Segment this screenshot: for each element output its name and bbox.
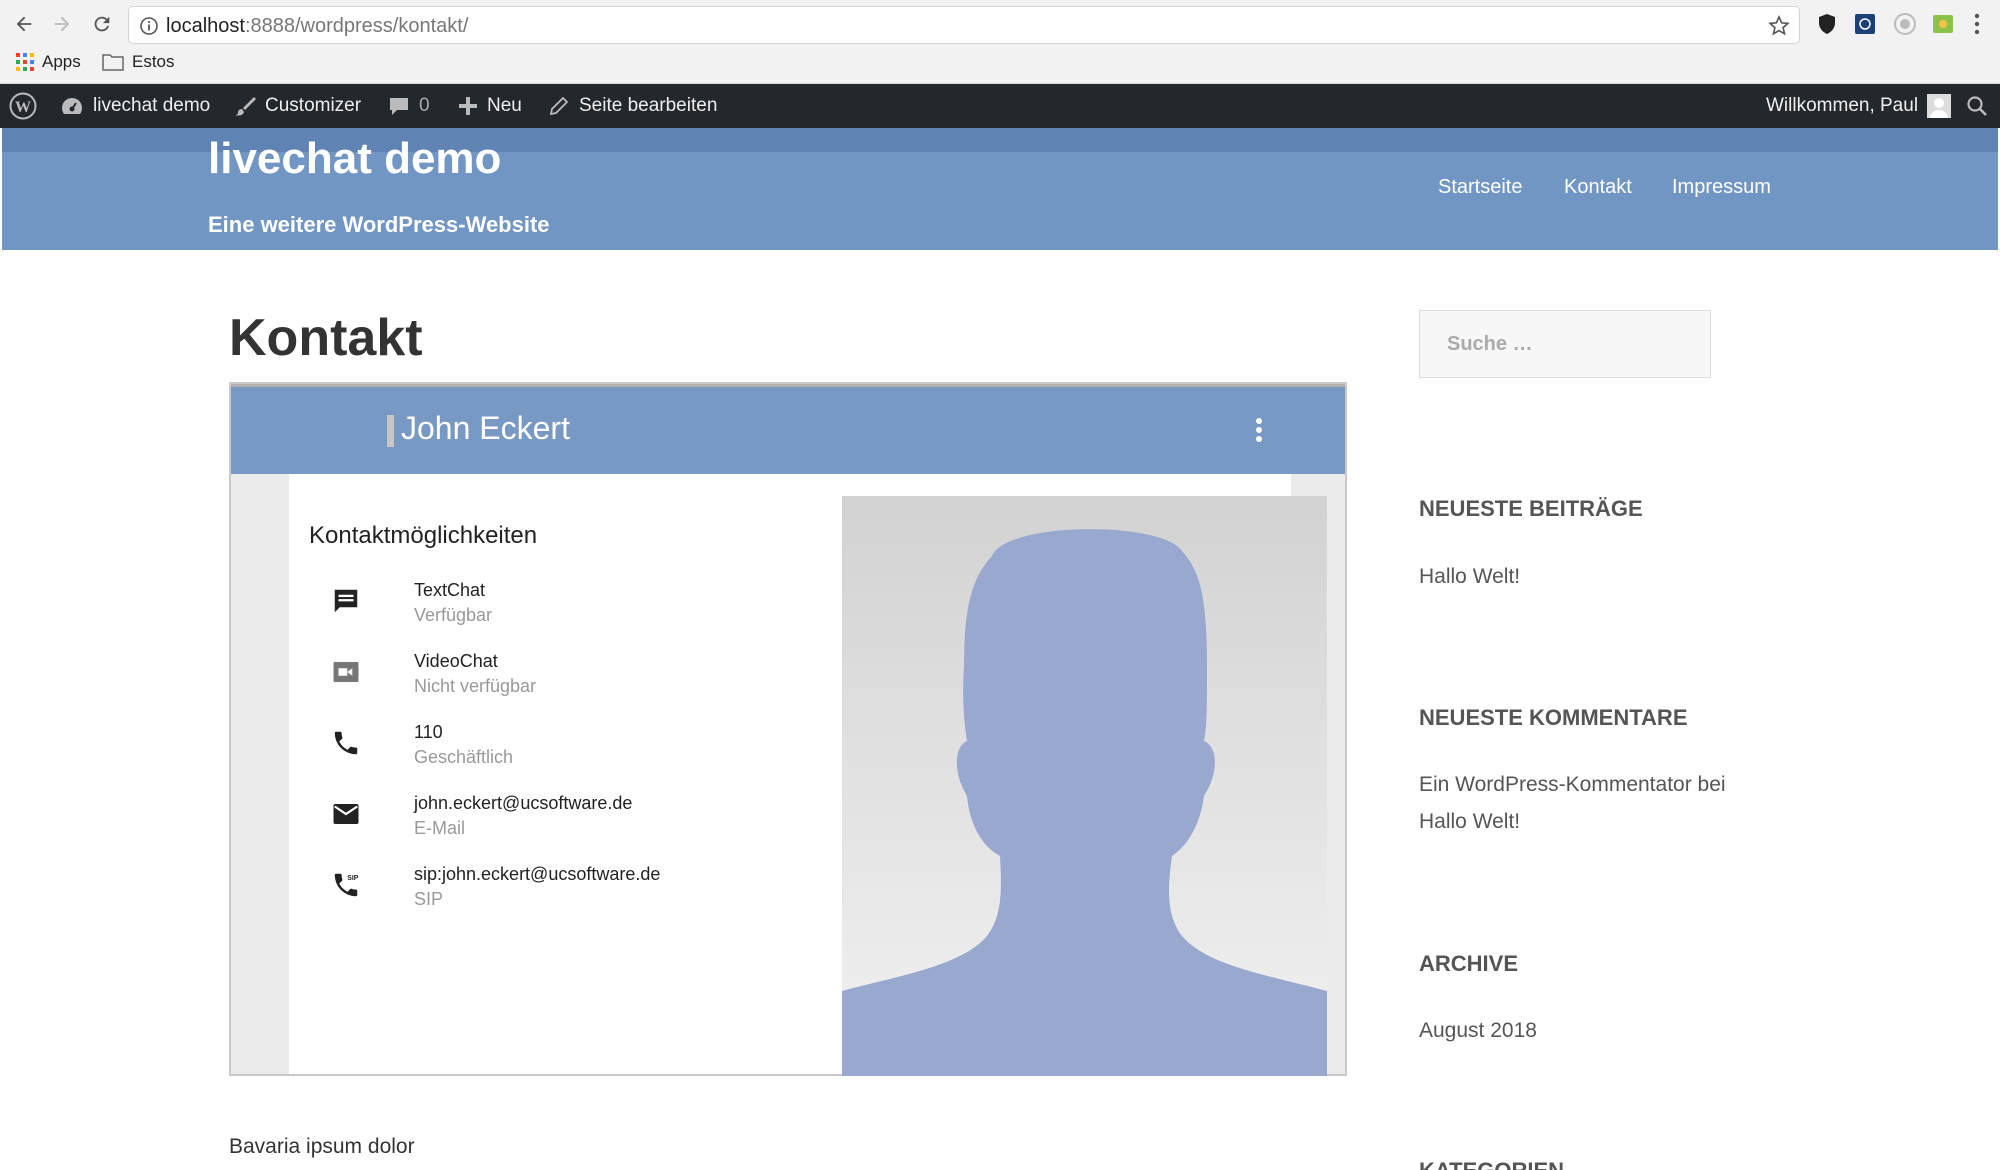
widget-title-categories: KATEGORIEN: [1419, 1158, 1564, 1170]
reload-icon: [94, 16, 110, 32]
archive-link[interactable]: August 2018: [1419, 1012, 1537, 1049]
widget-title-recent-posts: NEUESTE BEITRÄGE: [1419, 496, 1643, 521]
adminbar-new[interactable]: Neu: [458, 84, 522, 128]
contact-value: TextChat: [414, 580, 486, 600]
widget-title-recent-comments: NEUESTE KOMMENTARE: [1419, 705, 1688, 730]
nav-impressum[interactable]: Impressum: [1672, 176, 1771, 199]
person-silhouette-icon: [842, 529, 1327, 1076]
info-icon: [140, 17, 158, 35]
apps-grid-icon: [16, 53, 34, 71]
recent-comment: Ein WordPress-Kommentator bei Hallo Welt…: [1419, 766, 1779, 840]
extension-icon[interactable]: [1852, 11, 1878, 37]
more-vert-icon[interactable]: [1255, 417, 1263, 443]
adminbar-edit-page[interactable]: Seite bearbeiten: [548, 84, 717, 128]
presence-indicator: [387, 415, 394, 447]
bookmarks-bar: Apps Estos: [0, 50, 2000, 80]
content-paragraph: Bavaria ipsum dolor: [229, 1135, 415, 1158]
contact-sub: Geschäftlich: [414, 747, 514, 767]
brush-icon: [235, 97, 256, 116]
record-extension-icon[interactable]: [1892, 11, 1918, 37]
adminbar-search[interactable]: [1966, 84, 1988, 128]
adminbar-account[interactable]: Willkommen, Paul: [1766, 84, 1952, 128]
contact-card-body: Kontaktmöglichkeiten TextChat Verfügbar …: [289, 474, 1327, 1076]
bookmark-estos[interactable]: Estos: [102, 52, 175, 72]
contact-options-title: Kontaktmöglichkeiten: [309, 522, 538, 549]
svg-text:SIP: SIP: [347, 875, 358, 882]
url-text: localhost:8888/wordpress/kontakt/: [166, 15, 469, 37]
wordpress-logo-icon: W: [9, 92, 37, 120]
wp-logo-button[interactable]: W: [8, 84, 38, 128]
contact-card: John Eckert Kontaktmöglichkeiten TextCha…: [229, 382, 1347, 1076]
contact-value: john.eckert@ucsoftware.de: [414, 793, 633, 813]
adminbar-comments[interactable]: 0: [388, 84, 430, 128]
folder-icon: [102, 54, 124, 71]
bookmark-apps[interactable]: Apps: [16, 52, 81, 72]
contact-sub: Nicht verfügbar: [414, 676, 537, 696]
forward-arrow-icon: [54, 16, 70, 32]
browser-chrome: localhost:8888/wordpress/kontakt/ Apps E…: [0, 0, 2000, 84]
mail-icon: [329, 797, 363, 831]
contact-card-header: John Eckert: [231, 384, 1345, 474]
contact-videochat[interactable]: VideoChat Nicht verfügbar: [329, 651, 829, 711]
back-button[interactable]: [10, 10, 38, 38]
wp-admin-bar: W livechat demo Customizer 0 Neu Seite b…: [0, 84, 2000, 128]
phone-icon: [329, 726, 363, 760]
comment-conjunction: bei: [1697, 773, 1726, 796]
sidebar-search: [1419, 310, 1711, 378]
adminbar-site-link[interactable]: livechat demo: [60, 84, 210, 128]
browser-menu-icon[interactable]: [1964, 11, 1990, 37]
reload-button[interactable]: [88, 10, 116, 38]
chat-icon: [329, 584, 363, 618]
contact-sub: SIP: [414, 889, 444, 909]
contact-photo-placeholder: [842, 496, 1327, 1076]
recent-post-link[interactable]: Hallo Welt!: [1419, 558, 1520, 595]
site-header: livechat demo Eine weitere WordPress-Web…: [2, 128, 1998, 250]
comment-bubble-icon: [390, 98, 408, 115]
contact-sub: Verfügbar: [414, 605, 493, 625]
back-arrow-icon: [16, 16, 32, 32]
comment-author-link[interactable]: Ein WordPress-Kommentator: [1419, 773, 1692, 796]
page-title: Kontakt: [229, 309, 423, 367]
contact-sub: E-Mail: [414, 818, 466, 838]
video-icon: [329, 655, 363, 689]
search-icon: [1967, 96, 1987, 116]
contact-value: 110: [414, 722, 443, 742]
contact-textchat[interactable]: TextChat Verfügbar: [329, 580, 829, 640]
comment-post-link[interactable]: Hallo Welt!: [1419, 810, 1520, 833]
pencil-icon: [549, 96, 569, 116]
green-extension-icon[interactable]: [1930, 11, 1956, 37]
dashboard-icon: [62, 98, 82, 114]
svg-text:W: W: [15, 99, 31, 116]
sip-phone-icon: SIP: [329, 868, 363, 902]
forward-button[interactable]: [48, 10, 76, 38]
shield-extension-icon[interactable]: [1814, 11, 1840, 37]
search-input[interactable]: [1420, 311, 1710, 377]
site-title[interactable]: livechat demo: [208, 134, 501, 184]
address-bar[interactable]: localhost:8888/wordpress/kontakt/: [128, 6, 1800, 44]
contact-phone[interactable]: 110 Geschäftlich: [329, 722, 829, 782]
plus-icon: [459, 97, 477, 115]
contact-email[interactable]: john.eckert@ucsoftware.de E-Mail: [329, 793, 829, 853]
contact-value: VideoChat: [414, 651, 498, 671]
bookmark-star-icon[interactable]: [1767, 14, 1791, 38]
contact-sip[interactable]: SIP sip:john.eckert@ucsoftware.de SIP: [329, 864, 829, 924]
nav-kontakt[interactable]: Kontakt: [1564, 176, 1632, 199]
adminbar-customizer[interactable]: Customizer: [234, 84, 361, 128]
contact-value: sip:john.eckert@ucsoftware.de: [414, 864, 661, 884]
nav-startseite[interactable]: Startseite: [1438, 176, 1522, 199]
user-avatar-icon: [1927, 94, 1952, 118]
site-description: Eine weitere WordPress-Website: [208, 212, 550, 237]
contact-name: John Eckert: [401, 410, 570, 446]
widget-title-archive: ARCHIVE: [1419, 951, 1519, 976]
